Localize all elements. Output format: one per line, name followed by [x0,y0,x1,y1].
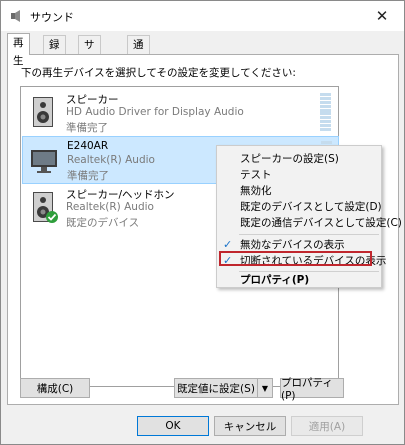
level-meter [320,93,331,131]
sound-app-icon [11,10,20,22]
device-description: HD Audio Driver for Display Audio [66,106,244,118]
default-check-icon [46,211,58,223]
window-title: サウンド [30,11,74,24]
menu-item-properties[interactable]: プロパティ(P) [218,272,380,288]
apply-button[interactable]: 適用(A) [291,416,363,436]
device-name: スピーカー/ヘッドホン [66,189,175,201]
title-bar: サウンド ✕ [1,1,404,31]
monitor-icon [31,150,57,173]
ok-button[interactable]: OK [137,416,209,436]
menu-item-set-default-device[interactable]: 既定のデバイスとして設定(D) [218,199,382,215]
close-icon: ✕ [375,7,389,25]
device-status: 準備完了 [66,122,108,134]
tab-playback[interactable]: 再生 [7,33,30,67]
cancel-button[interactable]: キャンセル [214,416,286,436]
device-status: 準備完了 [67,170,109,182]
device-item-speaker-display[interactable]: スピーカー HD Audio Driver for Display Audio … [22,89,337,135]
close-button[interactable]: ✕ [360,1,404,31]
tab-sounds[interactable]: サウンド [78,35,101,105]
menu-item-speaker-settings[interactable]: スピーカーの設定(S) [218,151,380,167]
speaker-icon [33,97,53,127]
device-name: スピーカー [66,94,119,106]
tab-communications[interactable]: 通信 [127,35,150,69]
menu-item-disable[interactable]: 無効化 [218,183,380,199]
context-menu: スピーカーの設定(S) テスト 無効化 既定のデバイスとして設定(D) 既定の通… [216,145,402,288]
device-status: 既定のデバイス [66,217,140,229]
menu-item-set-default-comm-device[interactable]: 既定の通信デバイスとして設定(C) [218,215,402,231]
menu-item-test[interactable]: テスト [218,167,380,183]
properties-button[interactable]: プロパティ(P) [280,377,344,402]
set-default-button[interactable]: 既定値に設定(S) [174,378,258,398]
set-default-dropdown[interactable]: ▼ [257,378,273,398]
configure-button[interactable]: 構成(C) [20,378,90,398]
device-description: Realtek(R) Audio [66,201,154,213]
device-name: E240AR [67,140,109,152]
instruction-text: 下の再生デバイスを選択してその設定を変更してください: [21,67,296,79]
device-description: Realtek(R) Audio [67,154,155,166]
speaker-icon [33,192,58,223]
dropdown-arrow-icon: ▼ [261,383,269,393]
menu-separator [239,234,379,235]
tab-recording[interactable]: 録音 [43,35,66,69]
highlight-frame [219,251,372,266]
